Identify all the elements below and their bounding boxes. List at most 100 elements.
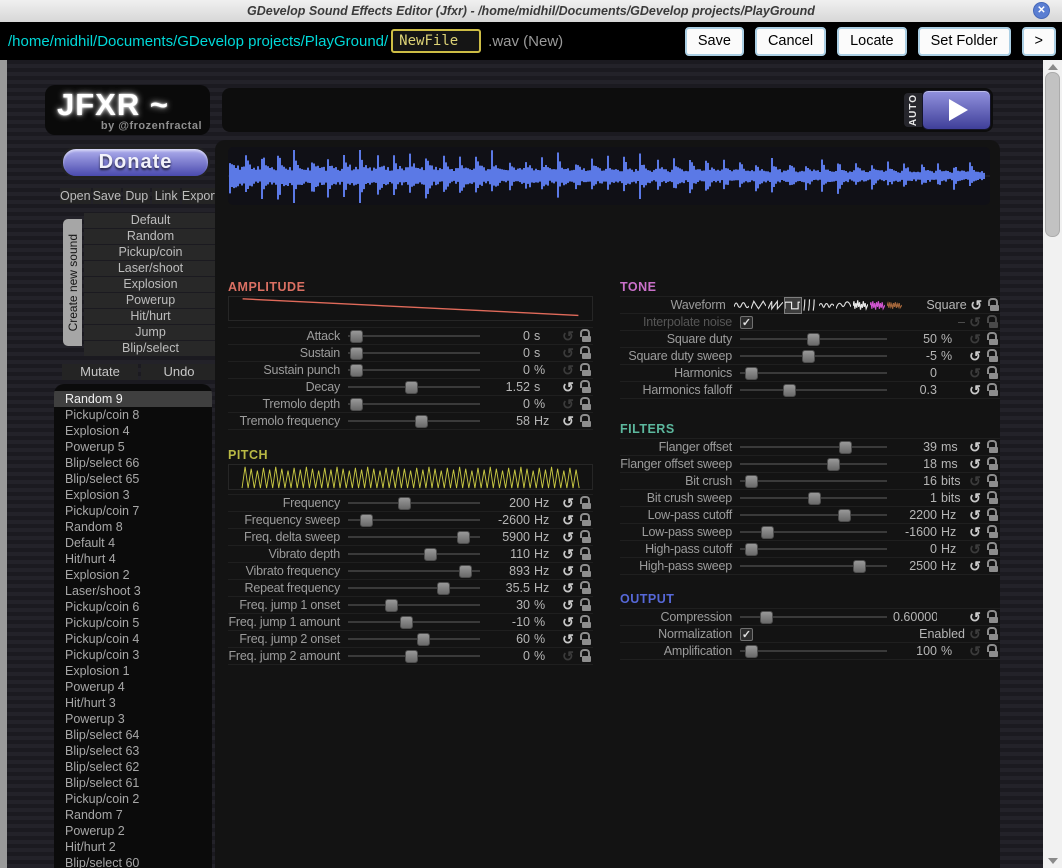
file-action-dup[interactable]: Dup [123, 188, 150, 204]
lock-icon[interactable] [987, 508, 1000, 522]
slider-handle[interactable] [437, 582, 450, 595]
slider-handle[interactable] [745, 367, 758, 380]
slider-handle[interactable] [360, 514, 373, 527]
lock-icon[interactable] [580, 496, 593, 510]
sound-list-item[interactable]: Blip/select 66 [54, 455, 212, 471]
slider-track-high-pass-sweep[interactable] [740, 560, 887, 573]
reset-icon[interactable]: ↺ [560, 614, 576, 630]
slider-handle[interactable] [350, 398, 363, 411]
sound-list-item[interactable]: Explosion 1 [54, 663, 212, 679]
slider-handle[interactable] [398, 497, 411, 510]
slider-track-freq-delta-sweep[interactable] [348, 531, 480, 544]
checkbox-normalization[interactable]: ✓ [740, 628, 753, 641]
sound-list-item[interactable]: Blip/select 65 [54, 471, 212, 487]
slider-track-amplification[interactable] [740, 645, 887, 658]
donate-button[interactable]: Donate [61, 147, 210, 178]
slider-handle[interactable] [783, 384, 796, 397]
slider-handle[interactable] [760, 611, 773, 624]
auto-toggle[interactable]: AUTO [904, 93, 922, 127]
reset-icon[interactable]: ↺ [560, 512, 576, 528]
reset-icon[interactable]: ↺ [560, 546, 576, 562]
slider-track-flanger-offset[interactable] [740, 441, 887, 454]
sound-list-item[interactable]: Default 4 [54, 535, 212, 551]
reset-icon[interactable]: ↺ [560, 413, 576, 429]
preset-random[interactable]: Random [84, 229, 217, 244]
reset-icon[interactable]: ↺ [560, 563, 576, 579]
slider-track-freq-jump-1-onset[interactable] [348, 599, 480, 612]
reset-icon[interactable]: ↺ [560, 396, 576, 412]
preset-blip-select[interactable]: Blip/select [84, 341, 217, 356]
slider-track-low-pass-cutoff[interactable] [740, 509, 887, 522]
reset-icon[interactable]: ↺ [967, 524, 983, 540]
slider-track-freq-jump-2-onset[interactable] [348, 633, 480, 646]
slider-track-bit-crush-sweep[interactable] [740, 492, 887, 505]
slider-track-low-pass-sweep[interactable] [740, 526, 887, 539]
slider-handle[interactable] [350, 330, 363, 343]
sound-list-item[interactable]: Pickup/coin 8 [54, 407, 212, 423]
sound-list-item[interactable]: Random 8 [54, 519, 212, 535]
sound-list-item[interactable]: Pickup/coin 7 [54, 503, 212, 519]
file-action-save[interactable]: Save [93, 188, 122, 204]
breaker-wave-icon[interactable] [836, 298, 852, 313]
slider-handle[interactable] [761, 526, 774, 539]
brown-noise-wave-icon[interactable] [887, 298, 903, 313]
slider-handle[interactable] [838, 509, 851, 522]
sound-list-item[interactable]: Blip/select 62 [54, 759, 212, 775]
tangent-wave-icon[interactable] [802, 298, 818, 313]
square-wave-icon[interactable] [785, 298, 801, 313]
lock-icon[interactable] [987, 440, 1000, 454]
slider-handle[interactable] [839, 441, 852, 454]
mutate-button[interactable]: Mutate [62, 364, 138, 380]
pink-noise-wave-icon[interactable] [870, 298, 886, 313]
reset-icon[interactable]: ↺ [560, 580, 576, 596]
toolbar-button-save[interactable]: Save [685, 27, 744, 56]
slider-handle[interactable] [853, 560, 866, 573]
sound-list-item[interactable]: Pickup/coin 4 [54, 631, 212, 647]
sound-list-item[interactable]: Blip/select 61 [54, 775, 212, 791]
sawtooth-wave-icon[interactable] [768, 298, 784, 313]
slider-track-vibrato-frequency[interactable] [348, 565, 480, 578]
lock-icon[interactable] [987, 383, 1000, 397]
toolbar-button-cancel[interactable]: Cancel [755, 27, 826, 56]
slider-handle[interactable] [350, 347, 363, 360]
lock-icon[interactable] [580, 598, 593, 612]
reset-icon[interactable]: ↺ [560, 379, 576, 395]
lock-icon[interactable] [987, 332, 1000, 346]
slider-handle[interactable] [405, 381, 418, 394]
preset-explosion[interactable]: Explosion [84, 277, 217, 292]
slider-track-tremolo-depth[interactable] [348, 398, 480, 411]
reset-icon[interactable]: ↺ [967, 609, 983, 625]
reset-icon[interactable]: ↺ [967, 348, 983, 364]
preset-hit-hurt[interactable]: Hit/hurt [84, 309, 217, 324]
slider-handle[interactable] [745, 543, 758, 556]
sound-list-item[interactable]: Laser/shoot 3 [54, 583, 212, 599]
sound-list-item[interactable]: Pickup/coin 5 [54, 615, 212, 631]
reset-icon[interactable]: ↺ [560, 631, 576, 647]
checkbox-interpolate-noise[interactable]: ✓ [740, 316, 753, 329]
slider-handle[interactable] [802, 350, 815, 363]
slider-handle[interactable] [417, 633, 430, 646]
lock-icon[interactable] [580, 363, 593, 377]
play-button[interactable] [922, 90, 991, 130]
slider-handle[interactable] [827, 458, 840, 471]
filename-input[interactable] [391, 29, 481, 53]
white-noise-wave-icon[interactable] [853, 298, 869, 313]
toolbar-button-[interactable]: > [1022, 27, 1056, 56]
sound-list-item[interactable]: Blip/select 63 [54, 743, 212, 759]
lock-icon[interactable] [987, 491, 1000, 505]
lock-icon[interactable] [987, 457, 1000, 471]
scroll-down-icon[interactable] [1048, 858, 1058, 864]
lock-icon[interactable] [987, 627, 1000, 641]
slider-track-harmonics-falloff[interactable] [740, 384, 887, 397]
vertical-scrollbar[interactable] [1043, 60, 1062, 868]
slider-track-compression[interactable] [740, 611, 887, 624]
reset-icon[interactable]: ↺ [560, 597, 576, 613]
lock-icon[interactable] [580, 547, 593, 561]
reset-icon[interactable]: ↺ [560, 328, 576, 344]
lock-icon[interactable] [987, 366, 1000, 380]
slider-track-sustain[interactable] [348, 347, 480, 360]
slider-handle[interactable] [457, 531, 470, 544]
reset-icon[interactable]: ↺ [967, 456, 983, 472]
slider-track-sustain-punch[interactable] [348, 364, 480, 377]
triangle-wave-icon[interactable] [751, 298, 767, 313]
